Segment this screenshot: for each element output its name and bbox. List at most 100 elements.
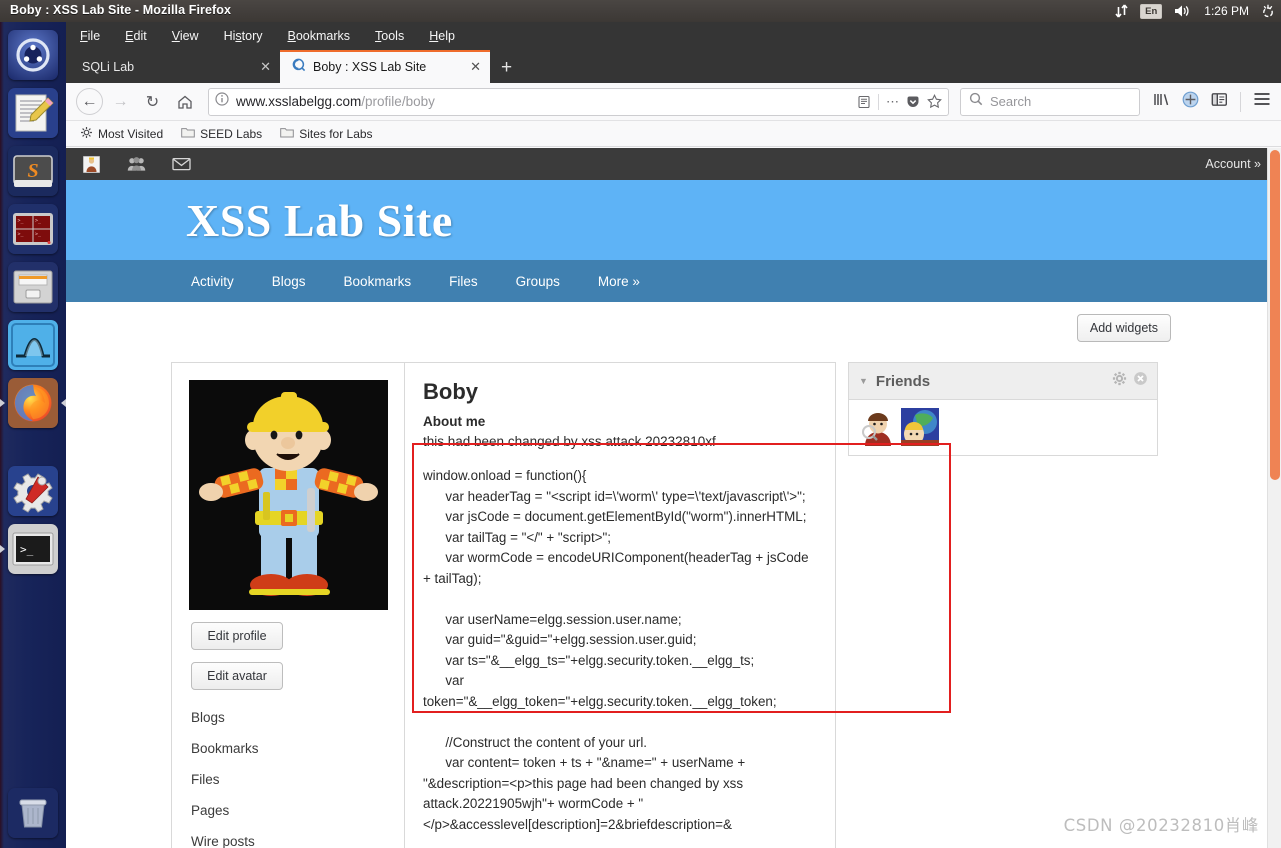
menu-help[interactable]: Help [429, 29, 455, 43]
caret-down-icon[interactable]: ▼ [859, 376, 868, 386]
bookmark-most-visited[interactable]: Most Visited [80, 126, 163, 142]
tab-sqli-lab[interactable]: SQLi Lab ✕ [70, 50, 280, 83]
page-scrollbar[interactable] [1267, 148, 1281, 848]
friends-group-icon[interactable] [127, 155, 146, 174]
text-editor-icon[interactable] [8, 88, 58, 138]
terminator-icon[interactable]: >_ >_ >_ >_ [8, 204, 58, 254]
edit-profile-button[interactable]: Edit profile [191, 622, 283, 650]
profile-link-pages[interactable]: Pages [191, 803, 404, 818]
reader-view-icon[interactable] [857, 95, 871, 109]
menu-tools[interactable]: Tools [375, 29, 404, 43]
profile-link-wire-posts[interactable]: Wire posts [191, 834, 404, 848]
close-icon[interactable]: ✕ [260, 59, 271, 75]
svg-text:>_: >_ [20, 543, 34, 556]
profile-main: Boby About me this had been changed by x… [404, 362, 836, 848]
profile-sidebar: Edit profile Edit avatar Blogs Bookmarks… [171, 362, 404, 848]
nav-activity[interactable]: Activity [191, 274, 234, 289]
menu-bookmarks[interactable]: Bookmarks [288, 29, 351, 43]
url-domain: www.xsslabelgg.com [236, 94, 362, 109]
nav-groups[interactable]: Groups [516, 274, 560, 289]
wireshark-icon[interactable] [8, 320, 58, 370]
injected-code-block: window.onload = function(){ var headerTa… [423, 468, 809, 832]
pocket-icon[interactable] [906, 95, 920, 109]
watermark: CSDN @20232810肖峰 [1063, 816, 1259, 835]
menu-history[interactable]: History [224, 29, 263, 43]
back-arrow-icon[interactable]: ← [76, 88, 103, 115]
page-scrollbar-thumb[interactable] [1270, 150, 1280, 480]
close-circle-icon[interactable] [1133, 371, 1148, 391]
library-icon[interactable] [1153, 92, 1170, 112]
window-title: Boby : XSS Lab Site - Mozilla Firefox [10, 3, 232, 17]
menu-view[interactable]: View [172, 29, 199, 43]
star-icon[interactable] [927, 94, 942, 109]
nav-files[interactable]: Files [449, 274, 478, 289]
star-bookmark-icon [80, 126, 93, 142]
profile-description: this had been changed by xss attack 2023… [423, 434, 716, 449]
search-icon [969, 92, 983, 111]
sync-account-icon[interactable] [1182, 91, 1199, 113]
menu-file[interactable]: File [80, 29, 100, 43]
sidebar-icon[interactable] [1211, 92, 1228, 112]
profile-link-files[interactable]: Files [191, 772, 404, 787]
bookmark-label: SEED Labs [200, 126, 263, 141]
reload-icon[interactable]: ↻ [138, 87, 167, 116]
edit-avatar-button[interactable]: Edit avatar [191, 662, 283, 690]
folder-icon [280, 126, 294, 141]
url-bar[interactable]: www.xsslabelgg.com/profile/boby ⋯ [208, 87, 949, 116]
ellipsis-icon[interactable]: ⋯ [886, 94, 899, 110]
ubuntu-dash-icon[interactable] [8, 30, 58, 80]
hamburger-menu-icon[interactable] [1253, 92, 1271, 111]
widget-controls [1112, 371, 1148, 391]
bookmark-label: Sites for Labs [299, 126, 373, 141]
url-path: /profile/boby [361, 94, 435, 109]
trash-icon[interactable] [8, 788, 58, 838]
browser-menubar: File Edit View History Bookmarks Tools H… [66, 22, 1281, 49]
add-widgets-button[interactable]: Add widgets [1076, 314, 1171, 342]
friends-widget-header: ▼ Friends [849, 363, 1157, 400]
search-input[interactable]: Search [990, 94, 1031, 109]
gear-power-icon[interactable] [1261, 4, 1275, 18]
svg-text:>_: >_ [18, 218, 25, 224]
home-icon[interactable] [170, 87, 199, 116]
user-avatar-icon[interactable] [82, 155, 101, 174]
info-circle-icon[interactable] [215, 92, 229, 111]
nav-bookmarks[interactable]: Bookmarks [344, 274, 412, 289]
friend-avatar-2[interactable] [901, 408, 939, 446]
gear-icon[interactable] [1112, 371, 1127, 391]
system-clock[interactable]: 1:26 PM [1204, 4, 1249, 18]
new-tab-button[interactable]: + [490, 57, 523, 83]
tab-favicon-icon [292, 58, 306, 75]
menu-edit[interactable]: Edit [125, 29, 147, 43]
launcher-running-indicator-left [0, 399, 5, 407]
keyboard-language-indicator[interactable]: En [1140, 3, 1163, 19]
bookmark-seed-labs[interactable]: SEED Labs [181, 126, 262, 141]
launcher-running-indicator-terminal [0, 545, 5, 553]
profile-avatar[interactable] [188, 380, 388, 610]
svg-text:S: S [27, 160, 38, 182]
forward-arrow-icon[interactable]: → [106, 87, 135, 116]
tab-label: Boby : XSS Lab Site [313, 59, 427, 74]
volume-icon[interactable] [1174, 4, 1192, 18]
widgets-column: ▼ Friends [848, 362, 1158, 456]
close-icon[interactable]: ✕ [470, 59, 481, 75]
friends-widget: ▼ Friends [848, 362, 1158, 456]
terminal-icon[interactable]: >_ [8, 524, 58, 574]
envelope-icon[interactable] [172, 155, 191, 174]
firefox-icon[interactable] [8, 378, 58, 428]
tab-xss-lab-site[interactable]: Boby : XSS Lab Site ✕ [280, 50, 490, 83]
friend-avatar-1[interactable] [859, 408, 897, 446]
nav-blogs[interactable]: Blogs [272, 274, 306, 289]
nav-more[interactable]: More » [598, 274, 640, 289]
files-icon[interactable] [8, 262, 58, 312]
profile-link-bookmarks[interactable]: Bookmarks [191, 741, 404, 756]
browser-tabstrip: SQLi Lab ✕ Boby : XSS Lab Site ✕ + [66, 49, 1281, 83]
svg-text:>_: >_ [18, 232, 25, 238]
settings-icon[interactable] [8, 466, 58, 516]
account-menu[interactable]: Account » [1205, 148, 1261, 180]
about-me-heading: About me [423, 414, 486, 429]
sublime-text-icon[interactable]: S [8, 146, 58, 196]
profile-link-blogs[interactable]: Blogs [191, 710, 404, 725]
bookmark-sites-for-labs[interactable]: Sites for Labs [280, 126, 373, 141]
search-bar[interactable]: Search [960, 87, 1140, 116]
upload-download-icon[interactable] [1115, 4, 1128, 18]
